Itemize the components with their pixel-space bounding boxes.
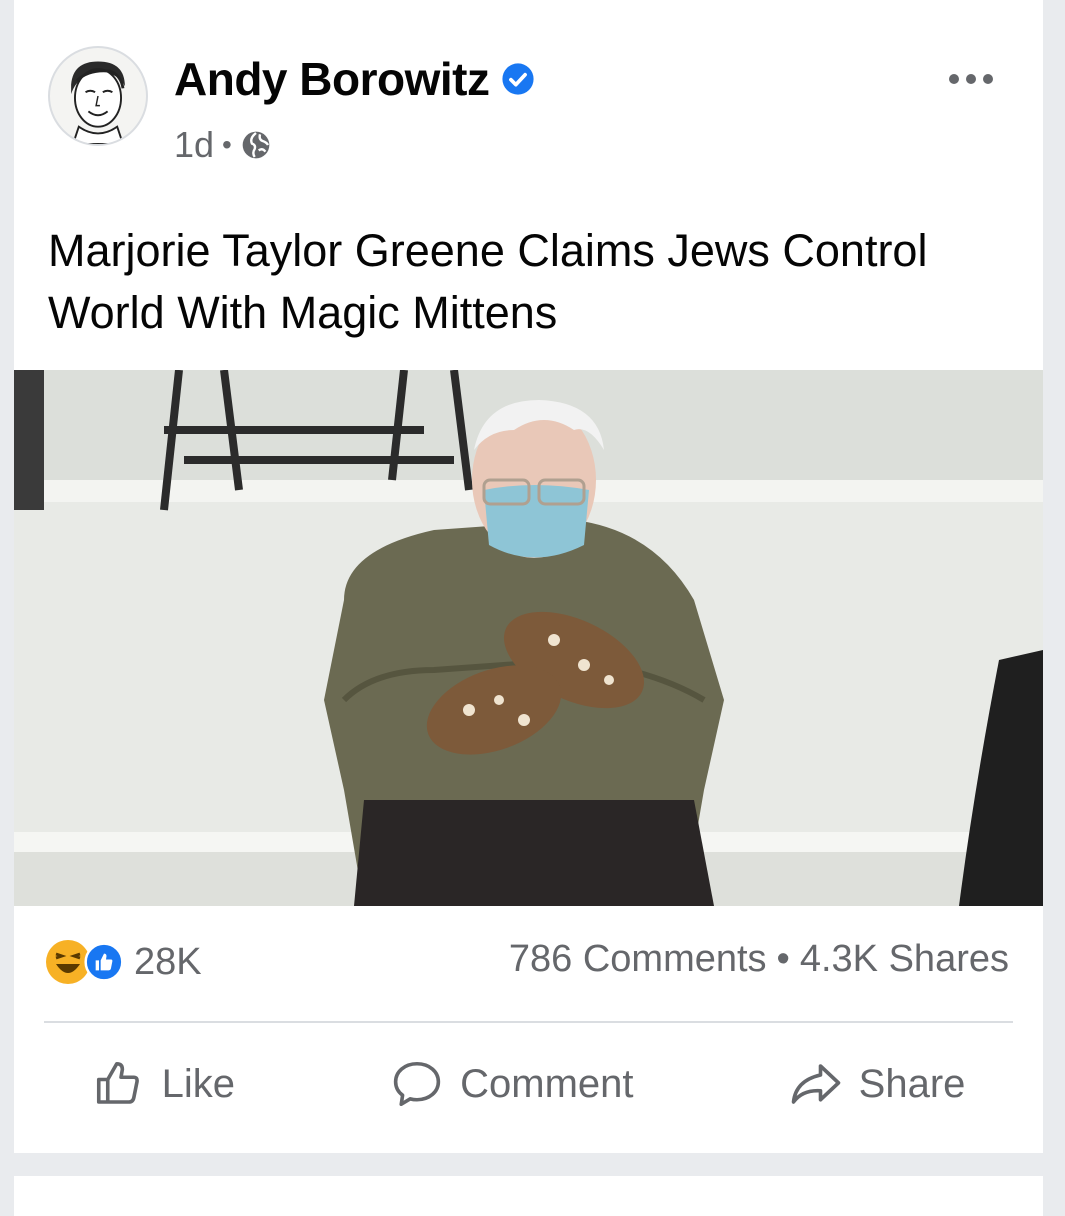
thumbs-up-icon: [96, 1061, 139, 1104]
globe-icon[interactable]: [240, 129, 272, 161]
meta-separator: •: [222, 129, 232, 160]
comment-icon: [393, 1061, 441, 1107]
comment-label: Comment: [460, 1061, 634, 1106]
share-button[interactable]: Share: [769, 1051, 986, 1117]
post-timestamp[interactable]: 1d: [174, 124, 214, 166]
more-options-button[interactable]: [947, 56, 995, 95]
post-stats: 28K 786 Comments • 4.3K Shares: [14, 930, 1043, 1000]
author-name-label: Andy Borowitz: [174, 53, 490, 105]
share-arrow-icon: [791, 1064, 840, 1104]
like-reaction-icon: [84, 942, 124, 982]
post-meta: 1d •: [174, 124, 272, 166]
comment-button[interactable]: Comment: [370, 1051, 653, 1117]
verified-badge-icon: [502, 63, 535, 95]
post-headline: Marjorie Taylor Greene Claims Jews Contr…: [48, 225, 928, 338]
counts-separator: •: [776, 938, 790, 980]
post-image[interactable]: [14, 370, 1043, 906]
engagement-counts: 786 Comments • 4.3K Shares: [509, 938, 1009, 981]
next-post-card: [14, 1176, 1043, 1216]
author-name[interactable]: Andy Borowitz: [174, 52, 535, 106]
divider: [44, 1021, 1013, 1023]
like-label: Like: [161, 1061, 235, 1106]
avatar[interactable]: [48, 46, 148, 146]
shares-count[interactable]: 4.3K Shares: [800, 938, 1009, 981]
comments-count[interactable]: 786 Comments: [509, 938, 767, 981]
more-options-icon: [949, 74, 993, 84]
share-label: Share: [858, 1061, 966, 1106]
post-actions: Like Comment Share: [14, 1046, 1043, 1122]
like-button[interactable]: Like: [72, 1051, 255, 1117]
reactions-summary[interactable]: 28K: [44, 938, 202, 986]
reaction-count: 28K: [134, 940, 202, 983]
post-card: Andy Borowitz 1d • Marjorie Taylor Green…: [14, 0, 1043, 1153]
